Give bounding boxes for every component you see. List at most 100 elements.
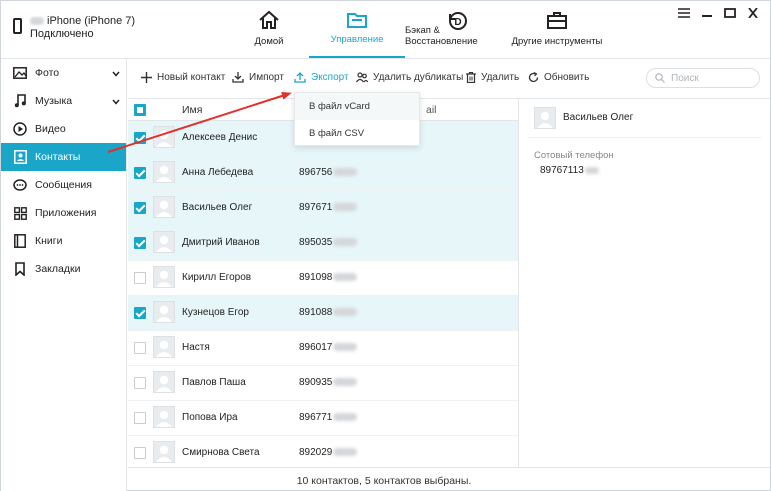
select-all-checkbox[interactable]	[134, 104, 146, 116]
blurred-digits	[333, 343, 358, 352]
books-icon	[13, 234, 27, 248]
menu-icon[interactable]	[677, 7, 691, 19]
contact-phone-text: 896771	[299, 412, 333, 423]
detail-phone-text: 89767113	[540, 165, 584, 176]
export-csv-item[interactable]: В файл CSV	[295, 120, 419, 147]
sidebar-item-apps[interactable]: Приложения	[1, 199, 126, 227]
chevron-down-icon[interactable]	[112, 96, 120, 108]
table-row[interactable]: Анна Лебедева 896756	[128, 156, 518, 191]
delete-button[interactable]: Удалить	[466, 72, 519, 83]
blurred-digits	[333, 448, 358, 457]
avatar	[153, 161, 175, 183]
sidebar-item-contacts[interactable]: Контакты	[1, 143, 126, 171]
avatar	[153, 126, 175, 148]
row-checkbox[interactable]	[134, 307, 146, 319]
contact-phone: 897671	[299, 202, 358, 213]
status-text: 10 контактов, 5 контактов выбраны.	[296, 475, 472, 487]
sidebar-item-books[interactable]: Книги	[1, 227, 126, 255]
table-row[interactable]: Васильев Олег 897671	[128, 191, 518, 226]
table-row[interactable]: Попова Ира 896771	[128, 401, 518, 436]
avatar	[153, 266, 175, 288]
maximize-icon[interactable]	[723, 7, 737, 19]
import-icon	[232, 72, 244, 83]
refresh-button[interactable]: Обновить	[528, 72, 589, 83]
row-checkbox[interactable]	[134, 377, 146, 389]
contact-phone: 896771	[299, 412, 358, 423]
row-checkbox[interactable]	[134, 447, 146, 459]
toolbar: Новый контакт Импорт Экспорт Удалить дуб…	[128, 59, 770, 99]
device-info[interactable]: iPhone (iPhone 7) Подключено	[13, 15, 135, 41]
contact-name: Настя	[182, 342, 210, 353]
search-placeholder: Поиск	[671, 72, 699, 84]
delete-label: Удалить	[481, 72, 520, 83]
table-row[interactable]: Смирнова Света 892029	[128, 436, 518, 467]
sidebar-item-video[interactable]: Видео	[1, 115, 126, 143]
sidebar: Фото Музыка Видео Контакты Сообщения При…	[1, 59, 127, 491]
sidebar-item-photo[interactable]: Фото	[1, 59, 126, 87]
export-vcard-item[interactable]: В файл vCard	[295, 93, 419, 120]
phone-icon	[13, 18, 22, 34]
contact-name: Алексеев Денис	[182, 132, 258, 143]
table-row[interactable]: Настя 896017	[128, 331, 518, 366]
minimize-icon[interactable]	[700, 7, 714, 19]
contact-phone-text: 897671	[299, 202, 333, 213]
sidebar-item-label: Приложения	[35, 207, 97, 219]
row-checkbox[interactable]	[134, 412, 146, 424]
divider	[528, 137, 762, 138]
blurred-digits	[333, 168, 358, 177]
contact-phone: 896017	[299, 342, 358, 353]
row-checkbox[interactable]	[134, 202, 146, 214]
tab-tools-label: Другие инструменты	[511, 36, 603, 47]
table-row[interactable]: Павлов Паша 890935	[128, 366, 518, 401]
contact-phone: 891088	[299, 307, 358, 318]
contact-name: Смирнова Света	[182, 447, 260, 458]
sidebar-item-label: Книги	[35, 235, 63, 247]
row-checkbox[interactable]	[134, 272, 146, 284]
row-checkbox[interactable]	[134, 132, 146, 144]
table-row[interactable]: Кирилл Егоров 891098	[128, 261, 518, 296]
avatar	[153, 336, 175, 358]
main-nav: Домой Управление D Бэкап & Восстановлени…	[229, 1, 603, 58]
import-button[interactable]: Импорт	[232, 72, 284, 83]
sidebar-item-label: Видео	[35, 123, 66, 135]
column-email-header[interactable]: ail	[426, 104, 437, 116]
column-name-header[interactable]: Имя	[182, 104, 202, 116]
sidebar-item-bookmarks[interactable]: Закладки	[1, 255, 126, 283]
row-checkbox[interactable]	[134, 342, 146, 354]
chevron-down-icon[interactable]	[112, 68, 120, 80]
sidebar-item-music[interactable]: Музыка	[1, 87, 126, 115]
contacts-icon	[13, 150, 27, 164]
contact-phone-text: 892029	[299, 447, 333, 458]
window-controls	[677, 7, 760, 19]
detail-phone-label: Сотовый телефон	[534, 150, 614, 161]
contact-name: Васильев Олег	[182, 202, 253, 213]
sidebar-item-messages[interactable]: Сообщения	[1, 171, 126, 199]
tab-manage-label: Управление	[330, 34, 384, 45]
device-name: iPhone (iPhone 7)	[47, 15, 136, 27]
dedupe-icon	[356, 72, 368, 83]
contact-name: Кузнецов Егор	[182, 307, 249, 318]
export-button[interactable]: Экспорт	[294, 72, 349, 83]
contact-name: Павлов Паша	[182, 377, 246, 388]
table-row[interactable]: Дмитрий Иванов 895035	[128, 226, 518, 261]
remove-duplicates-button[interactable]: Удалить дубликаты	[356, 72, 463, 83]
sidebar-item-label: Контакты	[35, 151, 81, 163]
contact-phone: 891098	[299, 272, 358, 283]
new-contact-button[interactable]: Новый контакт	[141, 72, 225, 83]
tab-backup[interactable]: D Бэкап & Восстановление	[405, 1, 511, 58]
avatar	[534, 107, 556, 129]
contact-phone-text: 895035	[299, 237, 333, 248]
tab-tools[interactable]: Другие инструменты	[511, 1, 603, 58]
sidebar-item-label: Фото	[35, 67, 60, 79]
row-checkbox[interactable]	[134, 237, 146, 249]
sidebar-item-label: Закладки	[35, 263, 81, 275]
table-row[interactable]: Кузнецов Егор 891088	[128, 296, 518, 331]
close-icon[interactable]	[746, 7, 760, 19]
tab-home[interactable]: Домой	[229, 1, 309, 58]
row-checkbox[interactable]	[134, 167, 146, 179]
avatar	[153, 231, 175, 253]
contact-detail-panel: Васильев Олег Сотовый телефон 89767113	[520, 99, 770, 467]
search-input[interactable]: Поиск	[646, 68, 760, 88]
tab-manage[interactable]: Управление	[309, 1, 405, 58]
avatar	[153, 196, 175, 218]
